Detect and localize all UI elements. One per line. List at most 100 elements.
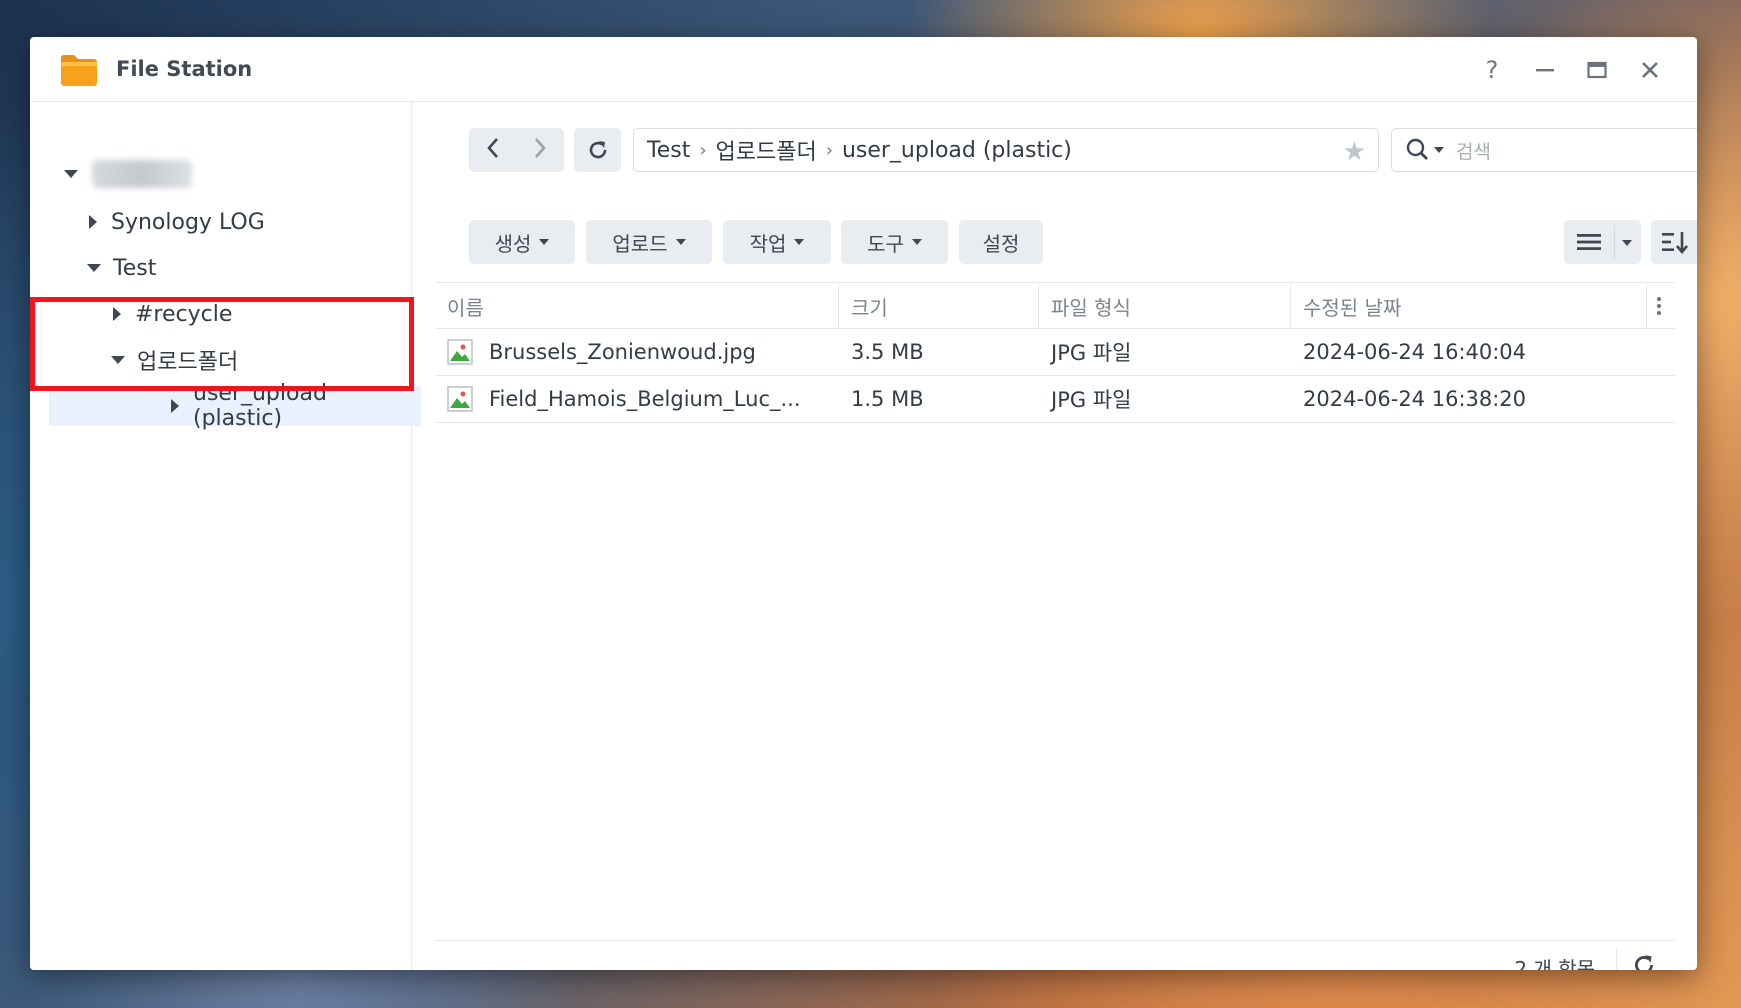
file-name: Field_Hamois_Belgium_Luc_... (489, 387, 801, 411)
close-button[interactable] (1633, 53, 1667, 87)
path-segment-test[interactable]: Test (647, 138, 690, 163)
sort-icon (1662, 232, 1688, 254)
size-cell: 3.5 MB (851, 340, 924, 364)
tools-button[interactable]: 도구 (841, 220, 948, 264)
refresh-icon (589, 141, 606, 159)
file-grid-header: 이름 크기 파일 형식 수정된 날짜 (435, 282, 1675, 329)
minimize-icon (1536, 69, 1554, 72)
settings-button[interactable]: 설정 (959, 220, 1043, 264)
caret-down-icon[interactable] (87, 264, 101, 272)
help-icon: ? (1485, 56, 1499, 84)
history-nav-group (469, 128, 564, 172)
table-row[interactable]: Brussels_Zonienwoud.jpg 3.5 MB JPG 파일 20… (435, 329, 1675, 376)
help-button[interactable]: ? (1475, 53, 1509, 87)
tree-item-label: Test (113, 255, 157, 281)
chevron-left-icon (487, 138, 498, 158)
tree-item-label: Synology LOG (111, 209, 265, 235)
image-file-icon (447, 339, 473, 365)
more-vertical-icon (1657, 297, 1661, 315)
caret-down-icon[interactable] (111, 356, 125, 364)
table-row[interactable]: Field_Hamois_Belgium_Luc_... 1.5 MB JPG … (435, 376, 1675, 423)
back-button[interactable] (485, 137, 501, 163)
tools-label: 도구 (867, 231, 904, 256)
chevron-down-icon (539, 239, 550, 245)
sort-button[interactable] (1651, 220, 1697, 264)
maximize-button[interactable] (1580, 53, 1614, 87)
column-menu-button[interactable] (1647, 283, 1675, 329)
column-modified[interactable]: 수정된 날짜 (1291, 283, 1647, 329)
size-cell: 1.5 MB (851, 387, 924, 411)
search-icon[interactable] (1406, 138, 1432, 162)
upload-label: 업로드 (612, 231, 668, 256)
column-label: 파일 형식 (1051, 295, 1131, 320)
tree-item-recycle[interactable]: #recycle (113, 294, 232, 334)
image-file-icon (447, 386, 473, 412)
name-cell: Field_Hamois_Belgium_Luc_... (447, 376, 801, 422)
file-list-pane: Test › 업로드폴더 › user_upload (plastic) ★ 검… (413, 102, 1697, 970)
divider (1616, 949, 1617, 970)
search-input[interactable]: 검색 (1391, 128, 1697, 172)
chevron-right-icon (535, 138, 546, 158)
refresh-icon (1635, 955, 1653, 970)
tree-item-label: 업로드폴더 (137, 350, 239, 375)
folder-tree-sidebar: Synology LOG Test #recycle 업로드폴더 user_up… (30, 102, 421, 970)
action-label: 작업 (749, 231, 787, 256)
close-icon (1642, 62, 1658, 78)
app-title: File Station (116, 57, 253, 81)
view-mode-button[interactable] (1564, 220, 1641, 264)
chevron-down-icon (675, 239, 686, 245)
column-label: 이름 (447, 295, 484, 320)
file-name: Brussels_Zonienwoud.jpg (489, 340, 756, 364)
chevron-down-icon[interactable] (1434, 147, 1444, 153)
star-icon[interactable]: ★ (1343, 137, 1366, 167)
tree-root[interactable] (64, 154, 192, 194)
column-name[interactable]: 이름 (435, 283, 839, 329)
folder-app-icon (61, 55, 97, 86)
action-button[interactable]: 작업 (723, 220, 831, 264)
column-label: 크기 (851, 295, 888, 320)
search-placeholder: 검색 (1456, 140, 1491, 163)
file-station-window: File Station ? Synology LOG Test #recycl… (30, 37, 1697, 970)
refresh-button[interactable] (1631, 952, 1657, 970)
caret-right-icon[interactable] (89, 215, 97, 229)
maximize-icon (1587, 61, 1607, 79)
path-bar[interactable]: Test › 업로드폴더 › user_upload (plastic) ★ (633, 128, 1379, 172)
column-label: 수정된 날짜 (1303, 295, 1402, 320)
minimize-button[interactable] (1528, 53, 1562, 87)
chevron-down-icon[interactable] (1622, 240, 1632, 246)
type-cell: JPG 파일 (1051, 341, 1132, 365)
modified-cell: 2024-06-24 16:38:20 (1303, 387, 1527, 411)
create-button[interactable]: 생성 (469, 220, 575, 264)
path-separator: › (699, 139, 707, 161)
list-view-icon (1577, 234, 1601, 250)
upload-button[interactable]: 업로드 (586, 220, 712, 264)
path-segment-upload-folder[interactable]: 업로드폴더 (716, 134, 817, 166)
refresh-button[interactable] (574, 128, 621, 172)
column-size[interactable]: 크기 (839, 283, 1039, 329)
title-bar: File Station ? (30, 37, 1697, 102)
tree-item-user-upload[interactable]: user_upload (plastic) (49, 381, 421, 431)
tree-item-label: #recycle (135, 301, 233, 327)
name-cell: Brussels_Zonienwoud.jpg (447, 329, 756, 375)
blurred-server-name (92, 160, 192, 188)
column-type[interactable]: 파일 형식 (1039, 283, 1291, 329)
tree-item-upload-folder[interactable]: 업로드폴더 (111, 340, 238, 380)
tree-item-synology-log[interactable]: Synology LOG (89, 202, 265, 242)
forward-button[interactable] (532, 137, 548, 163)
path-segment-user-upload[interactable]: user_upload (plastic) (842, 138, 1072, 163)
caret-right-icon[interactable] (113, 307, 121, 321)
caret-down-icon[interactable] (64, 170, 78, 178)
settings-label: 설정 (982, 231, 1020, 256)
chevron-down-icon (794, 239, 805, 245)
modified-cell: 2024-06-24 16:40:04 (1303, 340, 1527, 364)
path-separator: › (825, 139, 833, 161)
status-bar: 2 개 항목 (435, 940, 1675, 970)
chevron-down-icon (911, 239, 922, 245)
type-cell: JPG 파일 (1051, 388, 1132, 412)
tree-item-test[interactable]: Test (87, 248, 156, 288)
divider (1614, 225, 1615, 259)
caret-right-icon[interactable] (171, 399, 179, 413)
item-count: 2 개 항목 (1514, 957, 1595, 970)
create-label: 생성 (494, 231, 532, 256)
tree-item-label: user_upload (plastic) (193, 381, 327, 431)
